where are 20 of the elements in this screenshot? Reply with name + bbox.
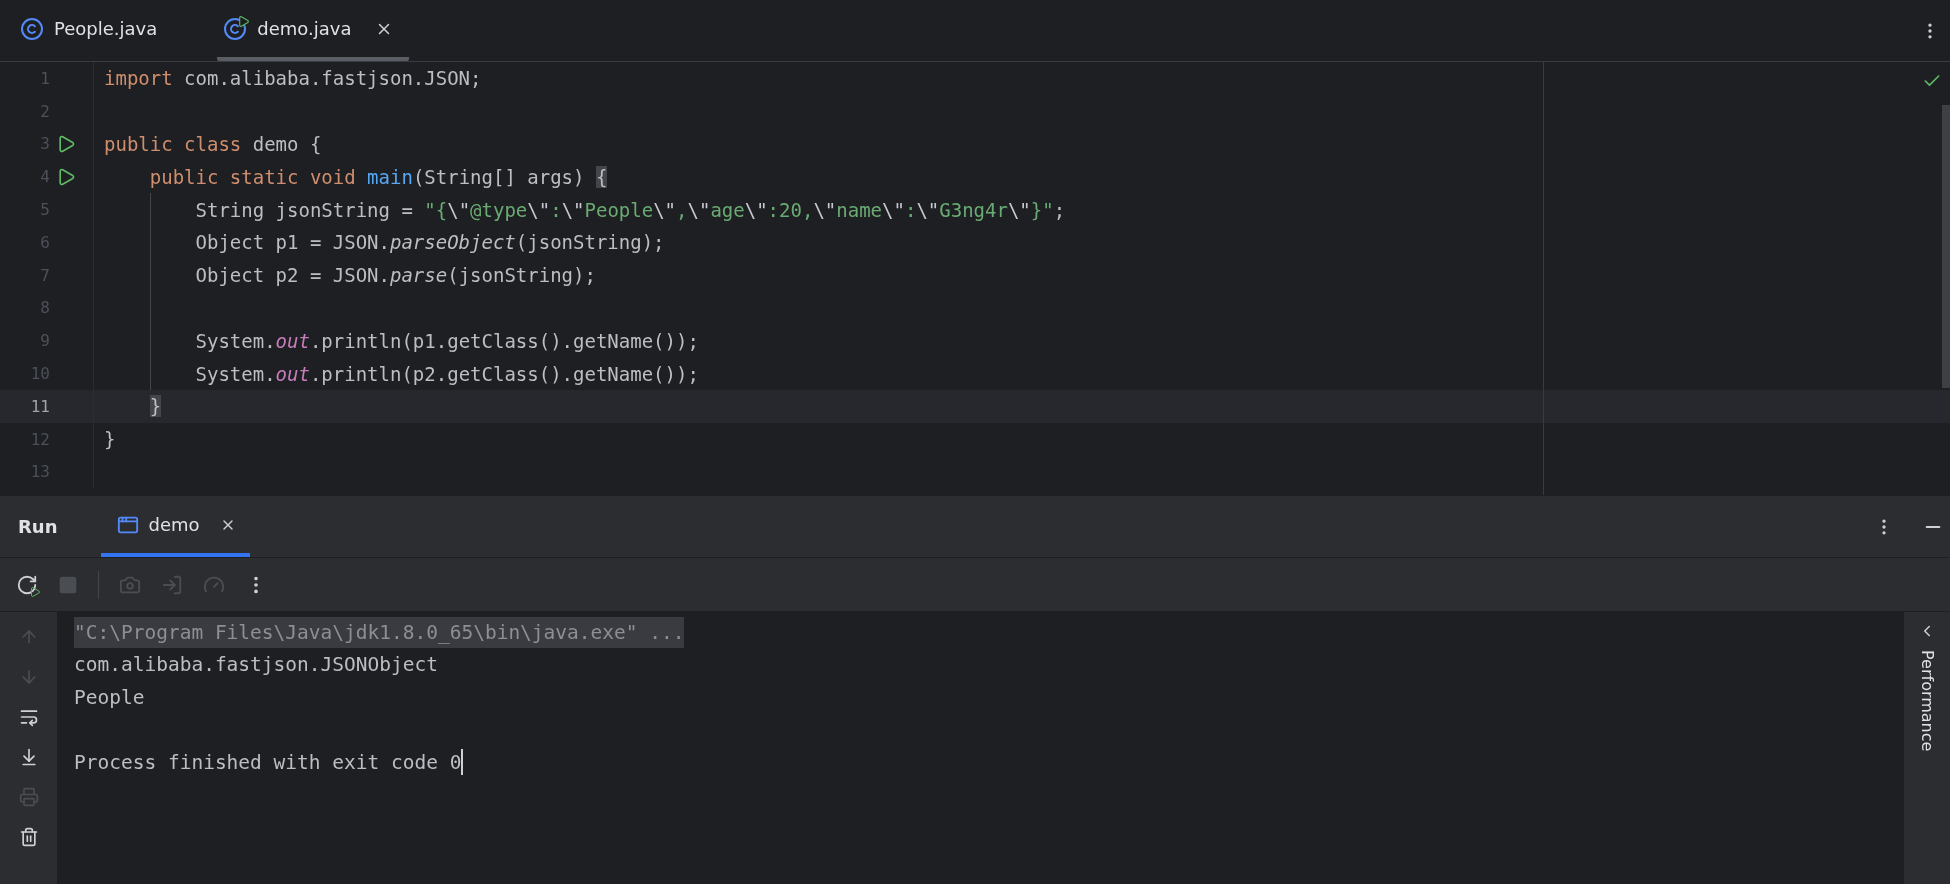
code-line: Object p2 = JSON.parse(jsonString); [194,264,596,287]
code-line: String jsonString = "{\"@type\":\"People\",\"age\":20,\"name\":\"G3ng4r\"}"; [194,198,1066,221]
console-output: People [74,685,145,709]
code-line: System.out.println(p2.getClass().getName()); [194,362,699,385]
code-line: System.out.println(p1.getClass().getName()); [194,329,699,352]
code-line: Object p1 = JSON.parseObject(jsonString); [194,231,665,254]
code-line: } [104,428,116,451]
run-icon[interactable] [56,134,76,154]
code-line: import com.alibaba.fastjson.JSON; [104,67,482,90]
editor-tab[interactable]: People.java [14,0,174,61]
code-line: public class demo { [104,133,322,155]
code-line: public static void main(String[] args) { [148,165,608,188]
scrollbar[interactable] [1942,105,1950,388]
rerun-icon[interactable] [16,573,38,596]
run-icon[interactable] [56,166,76,187]
console-output: Process finished with exit code 0 [74,750,462,774]
console-output: com.alibaba.fastjson.JSONObject [74,653,438,677]
panel-title: Run [18,516,58,537]
editor-tab[interactable]: demo.java [217,0,410,61]
line-number: 11 [29,396,50,416]
